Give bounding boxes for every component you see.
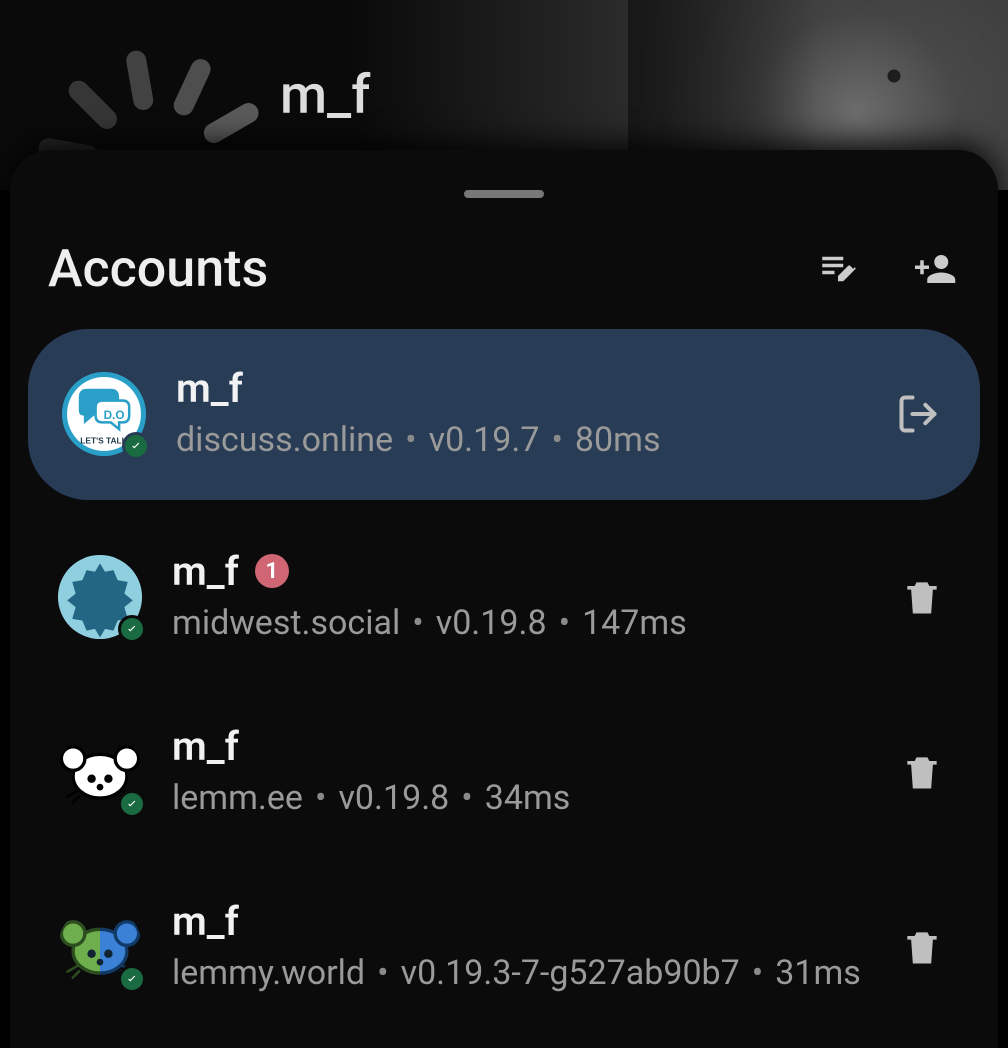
- add-account-icon: [915, 248, 957, 290]
- account-instance: midwest.social: [172, 601, 400, 647]
- avatar: [58, 730, 142, 814]
- sheet-title: Accounts: [48, 238, 268, 299]
- header-username: m_f: [280, 64, 370, 127]
- add-account-button[interactable]: [912, 245, 960, 293]
- account-row[interactable]: m_f lemmy.world • v0.19.3-7-g527ab90b7 •…: [28, 870, 980, 1025]
- delete-account-button[interactable]: [894, 919, 950, 975]
- account-username: m_f: [172, 723, 239, 770]
- avatar: D.O LET'S TALK: [62, 372, 146, 456]
- avatar: [58, 905, 142, 989]
- account-username: m_f: [176, 365, 243, 412]
- edit-list-icon: [817, 248, 859, 290]
- avatar: [58, 555, 142, 639]
- account-username: m_f: [172, 898, 239, 945]
- account-latency: 147ms: [582, 601, 687, 647]
- sheet-drag-handle[interactable]: [464, 190, 544, 198]
- account-row[interactable]: m_f lemm.ee • v0.19.8 • 34ms: [28, 695, 980, 850]
- account-info: m_f 1 midwest.social • v0.19.8 • 147ms: [172, 548, 864, 647]
- trash-icon: [900, 750, 944, 794]
- account-version: v0.19.3-7-g527ab90b7: [401, 951, 740, 997]
- verified-badge-icon: [122, 432, 150, 460]
- account-info: m_f lemmy.world • v0.19.3-7-g527ab90b7 •…: [172, 898, 864, 997]
- loading-spinner-icon: [60, 35, 230, 155]
- account-meta: lemm.ee • v0.19.8 • 34ms: [172, 776, 864, 822]
- svg-text:LET'S TALK: LET'S TALK: [80, 436, 127, 446]
- account-latency: 80ms: [575, 418, 661, 464]
- trash-icon: [900, 575, 944, 619]
- account-latency: 31ms: [775, 951, 861, 997]
- svg-text:D.O: D.O: [104, 409, 125, 422]
- account-username: m_f: [172, 548, 239, 595]
- account-instance: lemmy.world: [172, 951, 365, 997]
- account-instance: lemm.ee: [172, 776, 303, 822]
- account-info: m_f lemm.ee • v0.19.8 • 34ms: [172, 723, 864, 822]
- account-row[interactable]: D.O LET'S TALK m_f discuss.online • v0.1…: [28, 329, 980, 500]
- account-row[interactable]: m_f 1 midwest.social • v0.19.8 • 147ms: [28, 520, 980, 675]
- logout-icon: [896, 392, 940, 436]
- account-info: m_f discuss.online • v0.19.7 • 80ms: [176, 365, 860, 464]
- sheet-actions: [814, 245, 960, 293]
- delete-account-button[interactable]: [894, 569, 950, 625]
- notification-badge: 1: [255, 554, 289, 588]
- account-version: v0.19.8: [436, 601, 547, 647]
- account-version: v0.19.7: [429, 418, 540, 464]
- verified-badge-icon: [118, 965, 146, 993]
- account-meta: discuss.online • v0.19.7 • 80ms: [176, 418, 860, 464]
- verified-badge-icon: [118, 615, 146, 643]
- sheet-header: Accounts: [28, 238, 980, 329]
- verified-badge-icon: [118, 790, 146, 818]
- edit-list-button[interactable]: [814, 245, 862, 293]
- account-meta: lemmy.world • v0.19.3-7-g527ab90b7 • 31m…: [172, 951, 864, 997]
- logout-button[interactable]: [890, 386, 946, 442]
- trash-icon: [900, 925, 944, 969]
- account-meta: midwest.social • v0.19.8 • 147ms: [172, 601, 864, 647]
- account-version: v0.19.8: [338, 776, 449, 822]
- accounts-sheet: Accounts D.O: [10, 150, 998, 1048]
- account-latency: 34ms: [485, 776, 571, 822]
- account-instance: discuss.online: [176, 418, 393, 464]
- delete-account-button[interactable]: [894, 744, 950, 800]
